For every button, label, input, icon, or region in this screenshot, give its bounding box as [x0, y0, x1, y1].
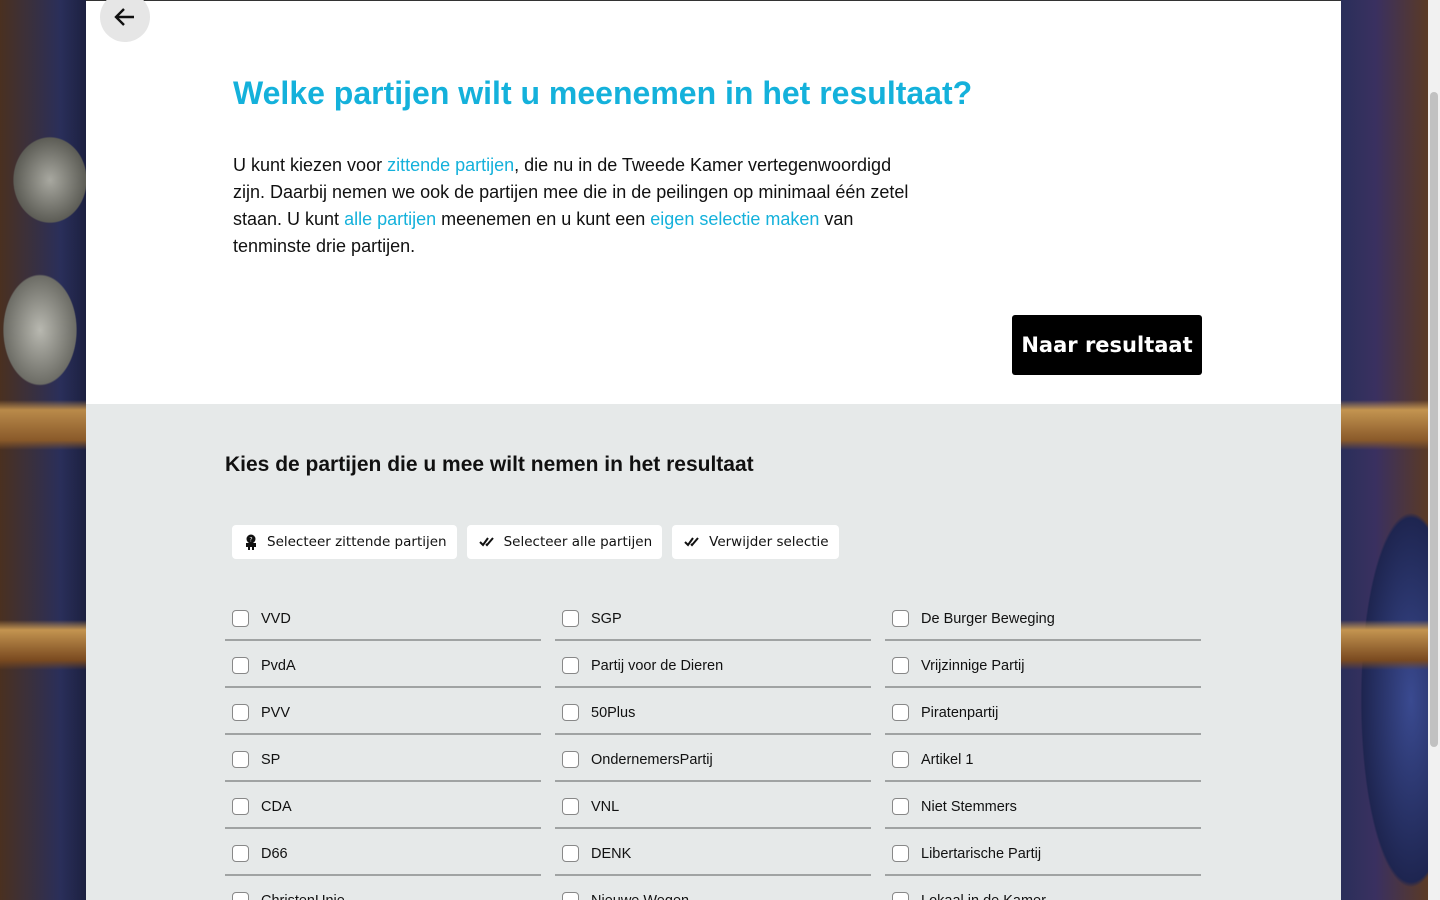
party-name: Partij voor de Dieren — [591, 657, 724, 674]
party-option[interactable]: D66 — [225, 829, 541, 876]
party-option[interactable]: De Burger Beweging — [885, 594, 1201, 641]
intro-section: Welke partijen wilt u meenemen in het re… — [86, 0, 1341, 404]
checkbox[interactable] — [892, 704, 909, 721]
checkbox[interactable] — [562, 845, 579, 862]
checkbox[interactable] — [232, 751, 249, 768]
button-label: Selecteer alle partijen — [503, 534, 653, 550]
background-photo-right — [1341, 0, 1428, 900]
double-check-icon — [478, 537, 494, 547]
checkbox[interactable] — [562, 892, 579, 900]
party-name: VNL — [591, 798, 620, 815]
party-option[interactable]: PVV — [225, 688, 541, 735]
party-name: SP — [261, 751, 281, 768]
party-option[interactable]: Libertarische Partij — [885, 829, 1201, 876]
checkbox[interactable] — [562, 704, 579, 721]
scrollbar[interactable] — [1428, 0, 1440, 900]
party-name: Lokaal in de Kamer — [921, 893, 1046, 900]
checkbox[interactable] — [892, 751, 909, 768]
arrow-left-icon — [114, 8, 134, 26]
party-checkbox-list: VVD SGP De Burger Beweging PvdA Partij voor … — [225, 594, 1201, 900]
checkbox[interactable] — [232, 892, 249, 900]
button-label: Selecteer zittende partijen — [267, 534, 447, 550]
party-name: Nieuwe Wegen — [591, 893, 689, 900]
party-name: PvdA — [261, 657, 296, 674]
party-name: DENK — [591, 845, 632, 862]
intro-text-part: meenemen en u kunt een — [436, 209, 651, 229]
intro-text: U kunt kiezen voor zittende partijen, di… — [233, 152, 923, 260]
party-name: PVV — [261, 704, 291, 721]
party-option[interactable]: Artikel 1 — [885, 735, 1201, 782]
checkbox[interactable] — [232, 704, 249, 721]
checkbox[interactable] — [892, 798, 909, 815]
party-option[interactable]: Lokaal in de Kamer — [885, 876, 1201, 900]
double-check-icon — [684, 537, 699, 547]
party-name: ChristenUnie — [261, 893, 345, 900]
checkbox[interactable] — [232, 657, 249, 674]
party-option[interactable]: DENK — [555, 829, 871, 876]
link-alle-partijen[interactable]: alle partijen — [344, 209, 436, 229]
checkbox[interactable] — [562, 751, 579, 768]
party-name: Niet Stemmers — [921, 798, 1017, 815]
party-option[interactable]: PvdA — [225, 641, 541, 688]
svg-text:?: ? — [249, 537, 252, 544]
naar-resultaat-button[interactable]: Naar resultaat — [1012, 315, 1202, 375]
party-name: VVD — [261, 610, 291, 627]
party-option[interactable]: VVD — [225, 594, 541, 641]
party-option[interactable]: CDA — [225, 782, 541, 829]
party-name: 50Plus — [591, 704, 636, 721]
party-name: CDA — [261, 798, 292, 815]
remove-selection-button[interactable]: Verwijder selectie — [672, 525, 839, 559]
link-eigen-selectie[interactable]: eigen selectie maken — [650, 209, 819, 229]
select-all-parties-button[interactable]: Selecteer alle partijen — [466, 525, 663, 559]
party-option[interactable]: VNL — [555, 782, 871, 829]
party-option[interactable]: SP — [225, 735, 541, 782]
party-option[interactable]: Niet Stemmers — [885, 782, 1201, 829]
checkbox[interactable] — [892, 845, 909, 862]
party-name: Piratenpartij — [921, 704, 999, 721]
button-label: Verwijder selectie — [709, 534, 829, 550]
page-title: Welke partijen wilt u meenemen in het re… — [233, 75, 973, 111]
party-name: SGP — [591, 610, 622, 627]
party-name: Artikel 1 — [921, 751, 974, 768]
scrollbar-thumb[interactable] — [1430, 92, 1438, 747]
party-selection-section: Kies de partijen die u mee wilt nemen in… — [86, 404, 1341, 900]
checkbox[interactable] — [892, 892, 909, 900]
back-button[interactable] — [100, 0, 150, 42]
party-name: Vrijzinnige Partij — [921, 657, 1025, 674]
checkbox[interactable] — [232, 610, 249, 627]
checkbox[interactable] — [562, 798, 579, 815]
selection-heading: Kies de partijen die u mee wilt nemen in… — [225, 453, 754, 476]
background-photo-left — [0, 0, 86, 900]
party-option[interactable]: Nieuwe Wegen — [555, 876, 871, 900]
party-name: Libertarische Partij — [921, 845, 1042, 862]
select-seated-parties-button[interactable]: ? Selecteer zittende partijen — [232, 525, 457, 559]
link-zittende-partijen[interactable]: zittende partijen — [387, 155, 514, 175]
party-option[interactable]: Piratenpartij — [885, 688, 1201, 735]
party-name: OndernemersPartij — [591, 751, 713, 768]
checkbox[interactable] — [562, 610, 579, 627]
party-name: D66 — [261, 845, 288, 862]
party-option[interactable]: Vrijzinnige Partij — [885, 641, 1201, 688]
party-option[interactable]: ChristenUnie — [225, 876, 541, 900]
intro-text-part: U kunt kiezen voor — [233, 155, 388, 175]
checkbox[interactable] — [232, 845, 249, 862]
party-option[interactable]: 50Plus — [555, 688, 871, 735]
checkbox[interactable] — [232, 798, 249, 815]
party-option[interactable]: Partij voor de Dieren — [555, 641, 871, 688]
checkbox[interactable] — [562, 657, 579, 674]
party-option[interactable]: SGP — [555, 594, 871, 641]
checkbox[interactable] — [892, 610, 909, 627]
checkbox[interactable] — [892, 657, 909, 674]
main-panel: Welke partijen wilt u meenemen in het re… — [86, 0, 1341, 900]
seated-person-icon: ? — [246, 534, 256, 550]
party-name: De Burger Beweging — [921, 610, 1055, 627]
party-option[interactable]: OndernemersPartij — [555, 735, 871, 782]
